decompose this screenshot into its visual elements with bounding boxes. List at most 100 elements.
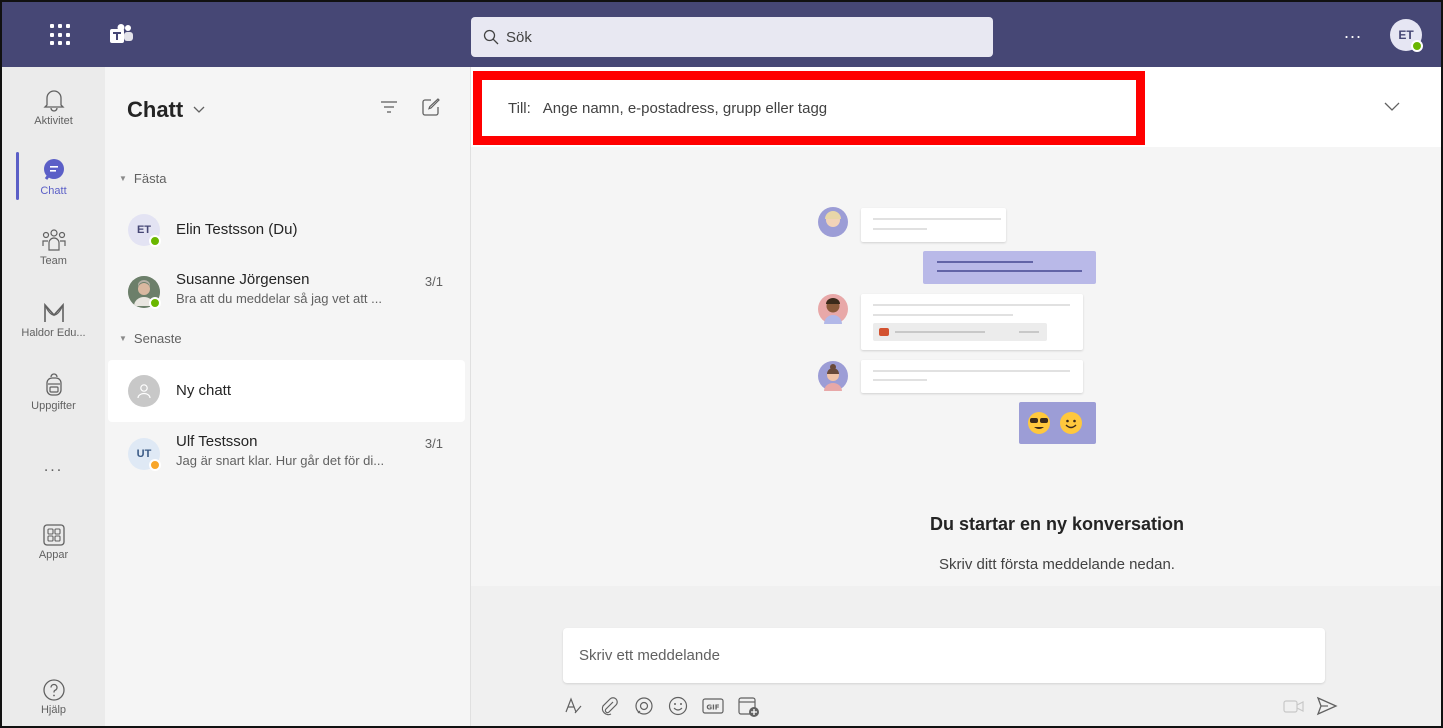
section-label: Senaste [133,331,182,346]
message-bubble [861,360,1083,393]
chat-preview: Bra att du meddelar så jag vet att ... [176,291,382,306]
recipient-input[interactable]: Till: Ange namn, e-postadress, grupp ell… [473,71,1145,145]
chat-item-new-chat[interactable]: Ny chatt [108,360,465,422]
section-recent[interactable]: ▼ Senaste [119,331,182,346]
avatar-initials: ET [136,224,152,236]
new-chat-icon[interactable] [422,98,440,116]
expand-chevron-icon[interactable] [1384,102,1400,112]
to-label: Till: [508,99,531,117]
chat-name: Ny chatt [176,382,232,399]
chat-item-elin[interactable]: ET Elin Testsson (Du) [108,199,465,261]
format-icon[interactable] [564,696,584,716]
chat-title: Chatt [127,97,184,122]
haldor-icon [43,302,64,322]
user-initials: ET [1398,28,1414,42]
chat-name: Elin Testsson (Du) [176,221,298,238]
chat-preview: Jag är snart klar. Hur går det för di... [176,453,385,468]
message-placeholder: Skriv ett meddelande [579,647,720,664]
schedule-meeting-icon[interactable] [738,696,760,718]
search-input[interactable]: Sök [471,17,993,57]
send-icon[interactable] [1316,696,1338,716]
filter-icon[interactable] [380,100,398,114]
emoji-icon[interactable] [668,696,688,716]
message-bubble-self [923,251,1096,284]
collapse-arrow-icon: ▼ [119,334,127,343]
conversation-area: Till: Ange namn, e-postadress, grupp ell… [471,67,1441,726]
app-rail: Aktivitet Chatt Team Haldor Edu... Uppgi… [2,67,105,726]
chat-item-susanne[interactable]: Susanne Jörgensen 3/1 Bra att du meddela… [108,261,465,323]
person-placeholder-icon [137,384,151,399]
message-bubble [861,208,1006,242]
chat-name: Susanne Jörgensen [176,271,310,288]
svg-text:GIF: GIF [706,704,719,712]
attachment-preview [873,323,1047,341]
attach-icon[interactable] [599,696,619,716]
new-conversation-illustration [811,202,1111,452]
avatar-1-icon [818,207,848,237]
rail-label: Hjälp [40,703,67,716]
more-icon: ... [43,458,64,475]
avatar: ET [128,214,161,247]
backpack-icon [45,372,62,396]
presence-away-icon [149,459,161,471]
rail-label: Appar [38,548,69,561]
chevron-down-icon [193,106,205,113]
rail-item-help[interactable]: Hjälp [2,662,105,726]
message-input[interactable]: Skriv ett meddelande [563,628,1325,683]
chat-list-panel: Chatt ▼ Fästa ET Elin Testsson (Du) Susa… [105,67,471,726]
user-avatar[interactable]: ET [1390,19,1423,52]
avatar-2-icon [818,294,848,324]
gif-icon[interactable]: GIF [702,696,724,716]
sunglasses-emoji-icon [1028,412,1050,434]
rail-label: Team [40,254,67,267]
message-bubble [861,294,1083,350]
chat-date: 3/1 [424,274,443,289]
bell-icon [42,89,65,112]
rail-item-chat[interactable]: Chatt [2,142,105,212]
rail-label: Uppgifter [31,399,76,412]
avatar [128,375,160,407]
chat-icon [43,158,64,180]
recipient-bar: Till: Ange namn, e-postadress, grupp ell… [471,67,1441,147]
chat-title-dropdown[interactable]: Chatt [127,97,205,123]
video-clip-icon[interactable] [1283,696,1305,716]
help-icon [42,678,65,701]
presence-available-icon [149,235,161,247]
apps-icon [42,523,65,546]
team-icon [41,228,66,251]
empty-state-subtitle: Skriv ditt första meddelande nedan. [939,556,1175,573]
app-launcher-icon[interactable] [50,24,72,46]
section-pinned[interactable]: ▼ Fästa [119,171,166,186]
presence-available-icon [149,297,161,309]
chat-name: Ulf Testsson [176,433,258,450]
rail-item-haldor[interactable]: Haldor Edu... [2,285,105,355]
to-placeholder: Ange namn, e-postadress, grupp eller tag… [542,99,828,117]
avatar-initials: UT [136,448,152,460]
powerpoint-icon [879,328,889,336]
emoji-reaction [1019,402,1096,444]
rail-label: Chatt [40,184,67,197]
more-options-button[interactable]: ... [1344,22,1362,43]
rail-item-assignments[interactable]: Uppgifter [2,357,105,427]
avatar-3-icon [818,361,848,391]
section-label: Fästa [133,171,167,186]
top-bar: Sök ... ET [2,2,1441,67]
rail-item-activity[interactable]: Aktivitet [2,72,105,142]
rail-item-more[interactable]: ... [2,432,105,502]
rail-label: Haldor Edu... [21,326,86,339]
collapse-arrow-icon: ▼ [119,174,127,183]
compose-area: Skriv ett meddelande GIF [471,586,1441,726]
teams-logo-icon [110,24,134,46]
avatar [128,276,161,309]
search-icon [483,29,499,45]
teams-window: Sök ... ET Aktivitet Chatt Team Haldor E… [0,0,1443,728]
smile-emoji-icon [1060,412,1082,434]
rail-label: Aktivitet [34,114,73,127]
empty-state-title: Du startar en ny konversation [929,514,1185,534]
loop-icon[interactable] [634,696,654,716]
chat-date: 3/1 [424,436,443,451]
search-placeholder: Sök [506,28,532,46]
chat-item-ulf[interactable]: UT Ulf Testsson 3/1 Jag är snart klar. H… [108,423,465,485]
rail-item-apps[interactable]: Appar [2,507,105,577]
rail-item-team[interactable]: Team [2,212,105,282]
